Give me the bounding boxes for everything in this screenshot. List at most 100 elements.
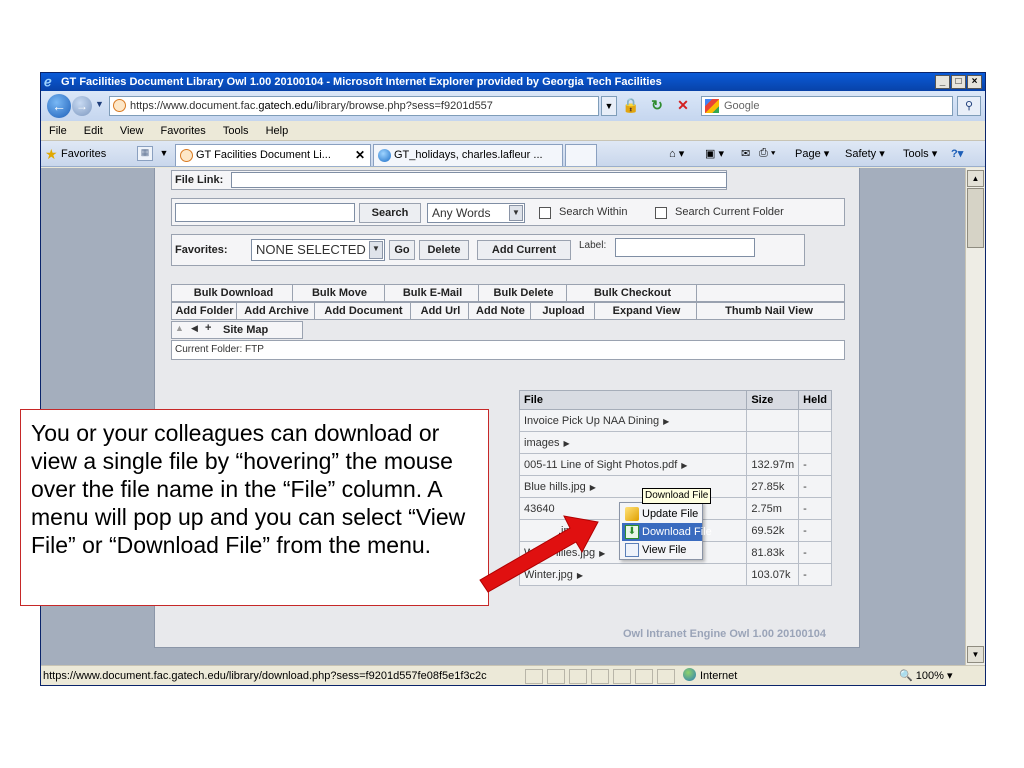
bulk-move-button[interactable]: Bulk Move (295, 285, 385, 301)
menu-view[interactable]: View (120, 121, 144, 141)
expand-arrow-icon: ▶ (589, 482, 596, 492)
menu-favorites[interactable]: Favorites (161, 121, 206, 141)
callout-text: You or your colleagues can download or v… (31, 420, 466, 558)
add-folder-button[interactable]: Add Folder (173, 303, 237, 319)
held-cell (798, 409, 832, 432)
menu-tools[interactable]: Tools (223, 121, 249, 141)
security-zone[interactable]: Internet (683, 666, 737, 685)
left-arrow-icon[interactable]: ◀ (191, 323, 198, 334)
file-column-header[interactable]: File (518, 390, 748, 410)
lock-icon[interactable]: 🔒 (621, 97, 641, 115)
menu-file[interactable]: File (49, 121, 67, 141)
vertical-scrollbar[interactable]: ▲ ▼ (965, 168, 985, 665)
feeds-icon[interactable]: ▣ ▾ (705, 147, 724, 160)
held-column-header[interactable]: Held (798, 390, 832, 410)
refresh-icon[interactable]: ↻ (647, 97, 667, 115)
scroll-up-icon[interactable]: ▲ (967, 170, 984, 187)
search-within-checkbox[interactable] (539, 207, 551, 219)
search-text-input[interactable] (175, 203, 355, 222)
maximize-icon[interactable]: □ (951, 75, 966, 89)
stop-icon[interactable]: ✕ (673, 97, 693, 115)
held-cell: - (798, 541, 832, 564)
jupload-button[interactable]: Jupload (533, 303, 595, 319)
add-archive-button[interactable]: Add Archive (239, 303, 315, 319)
expand-arrow-icon: ▶ (663, 416, 670, 426)
search-button[interactable]: Search (359, 203, 421, 223)
add-url-button[interactable]: Add Url (413, 303, 469, 319)
minimize-icon[interactable]: _ (935, 75, 950, 89)
add-note-button[interactable]: Add Note (471, 303, 531, 319)
delete-favorite-button[interactable]: Delete (419, 240, 469, 260)
window-titlebar[interactable]: ℯ GT Facilities Document Library Owl 1.0… (41, 73, 985, 91)
tab-gt-holidays[interactable]: GT_holidays, charles.lafleur ... (373, 144, 563, 166)
search-input[interactable]: Google (701, 96, 953, 116)
tab-close-icon[interactable]: ✕ (355, 145, 365, 165)
site-map-link[interactable]: Site Map (223, 324, 268, 336)
collapse-icon[interactable]: ▲ (175, 323, 184, 333)
tab-gt-facilities[interactable]: GT Facilities Document Li... ✕ (175, 144, 371, 166)
scroll-down-icon[interactable]: ▼ (967, 646, 984, 663)
expand-arrow-icon: ▶ (681, 460, 688, 470)
search-mode-select[interactable]: Any Words ▼ (427, 203, 525, 223)
favorites-button[interactable]: Favorites (61, 148, 106, 160)
status-url: https://www.document.fac.gatech.edu/libr… (43, 670, 487, 682)
bulk-email-button[interactable]: Bulk E-Mail (387, 285, 479, 301)
chevron-down-icon: ▼ (369, 241, 383, 259)
url-dropdown-icon[interactable]: ▼ (601, 96, 617, 116)
search-current-folder-label: Search Current Folder (675, 206, 784, 218)
size-cell (746, 431, 800, 454)
file-name-cell[interactable]: images ▶ (518, 431, 748, 454)
go-button[interactable]: Go (389, 240, 415, 260)
update-file-menu-item[interactable]: Update File (622, 505, 702, 523)
file-link-label: File Link: (175, 174, 224, 186)
file-name-cell[interactable]: Invoice Pick Up NAA Dining ▶ (518, 409, 748, 432)
back-arrow-icon[interactable]: ← (47, 94, 71, 118)
scroll-thumb[interactable] (967, 188, 984, 248)
help-icon[interactable]: ?▾ (951, 147, 963, 160)
tools-menu[interactable]: Tools ▾ (903, 147, 937, 160)
google-icon (705, 99, 719, 113)
add-current-button[interactable]: Add Current (477, 240, 571, 260)
print-icon[interactable]: ⎙ ▾ (759, 147, 775, 160)
search-current-folder-checkbox[interactable] (655, 207, 667, 219)
favorites-select[interactable]: NONE SELECTED ▼ (251, 239, 385, 261)
url-input[interactable]: https://www.document.fac.gatech.edu/libr… (109, 96, 599, 116)
search-icon[interactable]: ⚲ (957, 96, 981, 116)
page-menu[interactable]: Page ▾ (795, 147, 829, 160)
size-column-header[interactable]: Size (746, 390, 800, 410)
file-name-cell[interactable]: Blue hills.jpg ▶ (518, 475, 748, 498)
mail-icon[interactable]: ✉ (741, 147, 750, 160)
bulk-download-button[interactable]: Bulk Download (175, 285, 293, 301)
file-name-cell[interactable]: 005-11 Line of Sight Photos.pdf ▶ (518, 453, 748, 476)
menu-bar: File Edit View Favorites Tools Help (41, 121, 985, 141)
bulk-checkout-button[interactable]: Bulk Checkout (569, 285, 697, 301)
zoom-level[interactable]: 🔍 100% ▾ (899, 666, 952, 685)
history-dropdown-icon[interactable]: ▼ (95, 99, 104, 109)
new-tab-button[interactable] (565, 144, 597, 166)
favorite-label-input[interactable] (615, 238, 755, 257)
add-document-button[interactable]: Add Document (317, 303, 411, 319)
safety-menu[interactable]: Safety ▾ (845, 147, 885, 160)
bulk-delete-button[interactable]: Bulk Delete (481, 285, 567, 301)
tab-favicon-icon (180, 149, 193, 162)
held-cell: - (798, 519, 832, 542)
menu-help[interactable]: Help (266, 121, 289, 141)
expand-view-button[interactable]: Expand View (597, 303, 697, 319)
forward-arrow-icon[interactable]: → (72, 96, 92, 116)
home-icon[interactable]: ⌂ ▾ (669, 147, 684, 160)
expand-arrow-icon: ▶ (563, 438, 570, 448)
ie-logo-icon: ℯ (44, 74, 52, 89)
file-link-input[interactable] (231, 172, 727, 188)
favorites-star-icon[interactable]: ★ (45, 146, 58, 163)
menu-edit[interactable]: Edit (84, 121, 103, 141)
download-file-menu-item[interactable]: ⬇ Download File (622, 523, 712, 541)
view-file-menu-item[interactable]: View File (622, 541, 702, 559)
tab-list-dropdown-icon[interactable]: ▼ (157, 146, 171, 161)
quick-tabs-icon[interactable]: ▦ (137, 146, 153, 161)
thumb-nail-view-button[interactable]: Thumb Nail View (699, 303, 839, 319)
close-icon[interactable]: × (967, 75, 982, 89)
table-row: Invoice Pick Up NAA Dining ▶ (518, 409, 832, 432)
chevron-down-icon: ▼ (509, 205, 523, 221)
plus-icon[interactable]: + (205, 322, 211, 334)
window-title: GT Facilities Document Library Owl 1.00 … (61, 76, 662, 88)
